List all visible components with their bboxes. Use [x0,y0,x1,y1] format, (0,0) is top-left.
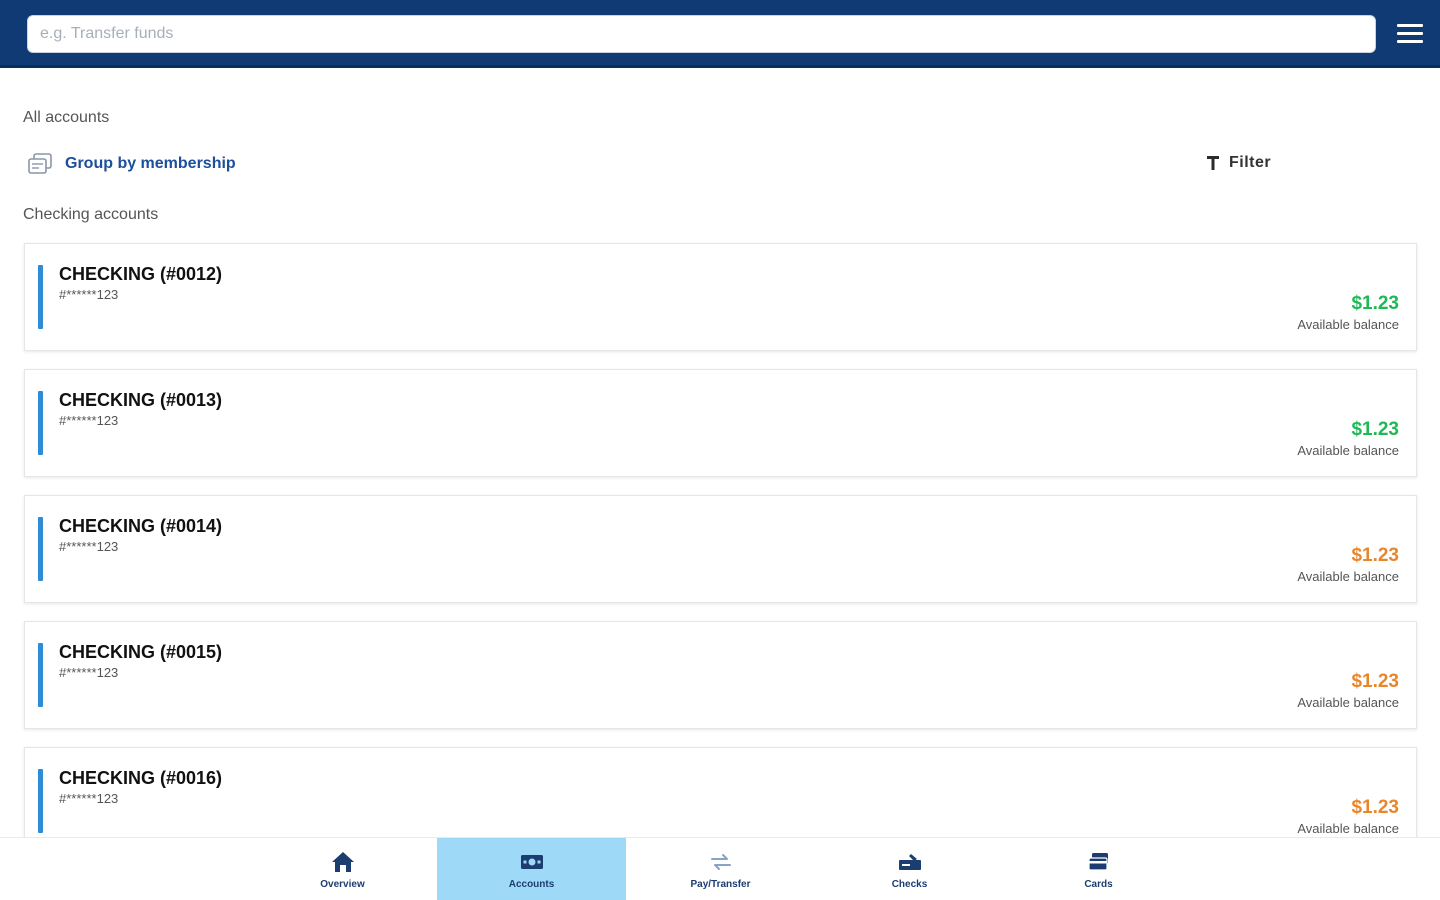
account-number: #******123 [59,413,119,428]
account-number: #******123 [59,539,119,554]
balance-label: Available balance [1297,821,1399,836]
nav-cards[interactable]: Cards [1004,838,1193,900]
accounts-list: CHECKING (#0012) #******123 $1.23 Availa… [24,243,1417,873]
top-bar [0,0,1440,68]
checks-icon [898,854,921,870]
checking-accounts-heading: Checking accounts [23,206,159,223]
account-name: CHECKING (#0016) [59,768,223,788]
account-balance: $1.23 [1351,671,1399,692]
nav-overview[interactable]: Overview [248,838,437,900]
accounts-icon [520,855,543,869]
balance-label: Available balance [1297,569,1399,584]
balance-label: Available balance [1297,317,1399,332]
nav-checks[interactable]: Checks [815,838,1004,900]
transfer-icon [710,854,731,870]
balance-label: Available balance [1297,695,1399,710]
account-name: CHECKING (#0014) [59,516,223,536]
account-accent-bar [38,769,43,833]
filter-icon [1207,156,1219,170]
nav-label: Overview [320,879,365,890]
group-icon [28,153,52,174]
balance-label: Available balance [1297,443,1399,458]
account-name: CHECKING (#0012) [59,264,223,284]
account-accent-bar [38,643,43,707]
account-card[interactable]: CHECKING (#0013) #******123 $1.23 Availa… [24,369,1417,477]
nav-label: Cards [1084,879,1113,890]
account-accent-bar [38,265,43,329]
account-balance: $1.23 [1351,419,1399,440]
account-number: #******123 [59,791,119,806]
group-by-membership-label: Group by membership [65,155,236,172]
account-card[interactable]: CHECKING (#0015) #******123 $1.23 Availa… [24,621,1417,729]
bottom-navigation: Overview Accounts Pay/Transfer Checks Ca… [0,837,1440,900]
account-accent-bar [38,517,43,581]
filter-button[interactable]: Filter [1207,153,1271,173]
nav-accounts[interactable]: Accounts [437,838,626,900]
filter-label: Filter [1229,154,1272,171]
account-name: CHECKING (#0013) [59,390,223,410]
account-number: #******123 [59,665,119,680]
account-accent-bar [38,391,43,455]
account-balance: $1.23 [1351,293,1399,314]
account-balance: $1.23 [1351,797,1399,818]
nav-pay-transfer[interactable]: Pay/Transfer [626,838,815,900]
account-number: #******123 [59,287,119,302]
search-input[interactable] [27,15,1376,53]
nav-label: Accounts [508,879,555,890]
nav-label: Checks [891,879,928,890]
group-by-membership-button[interactable]: Group by membership [27,152,236,176]
cards-icon [1087,853,1108,871]
hamburger-menu-icon[interactable] [1397,24,1423,46]
nav-label: Pay/Transfer [690,879,751,890]
account-card[interactable]: CHECKING (#0014) #******123 $1.23 Availa… [24,495,1417,603]
account-card[interactable]: CHECKING (#0012) #******123 $1.23 Availa… [24,243,1417,351]
all-accounts-heading: All accounts [23,109,110,126]
account-balance: $1.23 [1351,545,1399,566]
home-icon [331,852,354,872]
account-name: CHECKING (#0015) [59,642,223,662]
